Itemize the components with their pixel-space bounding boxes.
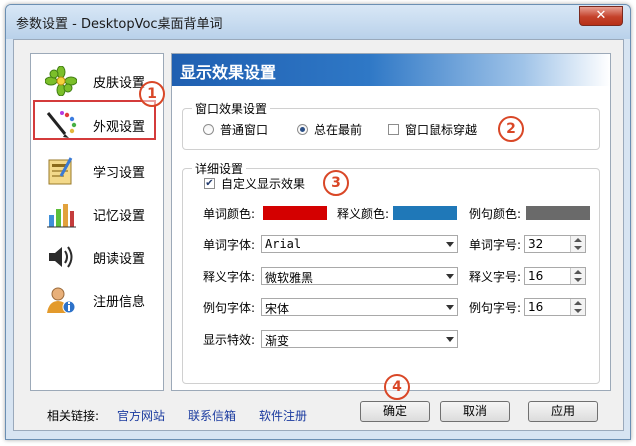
sidebar-item-label: 皮肤设置 — [93, 76, 146, 91]
radio-topmost[interactable] — [297, 124, 308, 135]
window-effect-group-title: 窗口效果设置 — [192, 100, 271, 117]
display-effect-label: 显示特效: — [203, 333, 256, 347]
meaning-font-select[interactable]: 微软雅黑 — [261, 267, 458, 285]
official-site-link[interactable]: 官方网站 — [117, 407, 165, 424]
example-size-value: 16 — [528, 300, 544, 314]
word-color-label: 单词颜色: — [203, 207, 256, 221]
example-font-value: 宋体 — [265, 302, 290, 316]
cancel-button[interactable]: 取消 — [440, 401, 510, 422]
apply-button[interactable]: 应用 — [528, 401, 598, 422]
word-font-label: 单词字体: — [203, 238, 256, 252]
chart-icon — [47, 204, 76, 228]
example-font-label: 例句字体: — [203, 301, 256, 315]
related-links-label: 相关链接: — [47, 409, 100, 423]
word-font-select[interactable]: Arial — [261, 235, 458, 253]
chevron-down-icon — [446, 242, 454, 247]
meaning-size-stepper[interactable]: 16 — [524, 267, 586, 285]
sidebar-item-appearance[interactable]: 外观设置 — [31, 100, 163, 144]
checkbox-custom-effect[interactable]: ✔ — [204, 178, 215, 189]
ok-button[interactable]: 确定 — [360, 401, 430, 422]
stepper-buttons[interactable] — [570, 268, 585, 284]
sidebar-item-label: 外观设置 — [93, 120, 146, 135]
arrow-down-icon[interactable] — [574, 246, 582, 250]
arrow-up-icon[interactable] — [574, 238, 582, 242]
example-font-select[interactable]: 宋体 — [261, 298, 458, 316]
settings-panel: 显示效果设置 窗口效果设置 普通窗口 总在最前 窗口鼠标穿越 2 详细设置 ✔ … — [171, 53, 611, 391]
example-color-swatch[interactable] — [526, 206, 590, 220]
window-title: 参数设置 - DesktopVoc桌面背单词 — [16, 17, 223, 32]
word-font-value: Arial — [265, 237, 302, 251]
checkbox-mouse-passthrough[interactable] — [388, 124, 399, 135]
sidebar-item-study[interactable]: 学习设置 — [31, 150, 163, 190]
settings-window: 参数设置 - DesktopVoc桌面背单词 ✕ 皮肤设置 外观设置 学习设置 … — [5, 4, 631, 440]
user-info-icon — [47, 287, 76, 314]
example-size-label: 例句字号: — [469, 301, 522, 315]
word-size-stepper[interactable]: 32 — [524, 235, 586, 253]
chevron-down-icon — [446, 305, 454, 310]
title-bar[interactable]: 参数设置 - DesktopVoc桌面背单词 ✕ — [6, 5, 630, 39]
checkbox-passthrough-label: 窗口鼠标穿越 — [405, 123, 478, 137]
sidebar-item-reading[interactable]: 朗读设置 — [31, 236, 163, 276]
word-size-value: 32 — [528, 237, 544, 251]
arrow-down-icon[interactable] — [574, 278, 582, 282]
notebook-icon — [48, 157, 73, 185]
word-size-label: 单词字号: — [469, 238, 522, 252]
meaning-color-swatch[interactable] — [393, 206, 457, 220]
panel-title: 显示效果设置 — [180, 63, 277, 82]
chevron-down-icon — [446, 337, 454, 342]
annotation-badge-4: 4 — [384, 374, 410, 400]
arrow-up-icon[interactable] — [574, 270, 582, 274]
sidebar-item-memory[interactable]: 记忆设置 — [31, 193, 163, 233]
stepper-buttons[interactable] — [570, 236, 585, 252]
meaning-color-label: 释义颜色: — [337, 207, 390, 221]
sidebar-item-label: 注册信息 — [93, 295, 146, 310]
sidebar-item-register[interactable]: 注册信息 — [31, 279, 163, 319]
flower-icon — [45, 66, 77, 96]
meaning-size-value: 16 — [528, 269, 544, 283]
sidebar-item-label: 朗读设置 — [93, 252, 146, 267]
word-color-swatch[interactable] — [263, 206, 327, 220]
custom-effect-label: 自定义显示效果 — [221, 177, 306, 191]
annotation-badge-1: 1 — [139, 81, 165, 107]
sidebar-item-label: 记忆设置 — [93, 209, 146, 224]
panel-header: 显示效果设置 — [172, 54, 610, 86]
meaning-font-label: 释义字体: — [203, 270, 256, 284]
arrow-down-icon[interactable] — [574, 309, 582, 313]
stepper-buttons[interactable] — [570, 299, 585, 315]
meaning-size-label: 释义字号: — [469, 270, 522, 284]
radio-normal-window[interactable] — [203, 124, 214, 135]
dialog-body: 皮肤设置 外观设置 学习设置 记忆设置 朗读设置 注册信息 1 显示效果设置 窗… — [13, 39, 624, 431]
speaker-icon — [49, 246, 73, 268]
display-effect-select[interactable]: 渐变 — [261, 330, 458, 348]
example-size-stepper[interactable]: 16 — [524, 298, 586, 316]
pen-palette-icon — [46, 111, 77, 138]
display-effect-value: 渐变 — [265, 334, 290, 348]
contact-email-link[interactable]: 联系信箱 — [188, 407, 236, 424]
radio-normal-label: 普通窗口 — [220, 123, 269, 137]
close-button[interactable]: ✕ — [579, 6, 623, 26]
chevron-down-icon — [446, 274, 454, 279]
example-color-label: 例句颜色: — [469, 207, 522, 221]
annotation-badge-3: 3 — [323, 170, 349, 196]
sidebar-item-label: 学习设置 — [93, 166, 146, 181]
arrow-up-icon[interactable] — [574, 301, 582, 305]
software-register-link[interactable]: 软件注册 — [259, 407, 307, 424]
radio-topmost-label: 总在最前 — [314, 123, 363, 137]
meaning-font-value: 微软雅黑 — [265, 271, 314, 285]
annotation-badge-2: 2 — [498, 116, 524, 142]
